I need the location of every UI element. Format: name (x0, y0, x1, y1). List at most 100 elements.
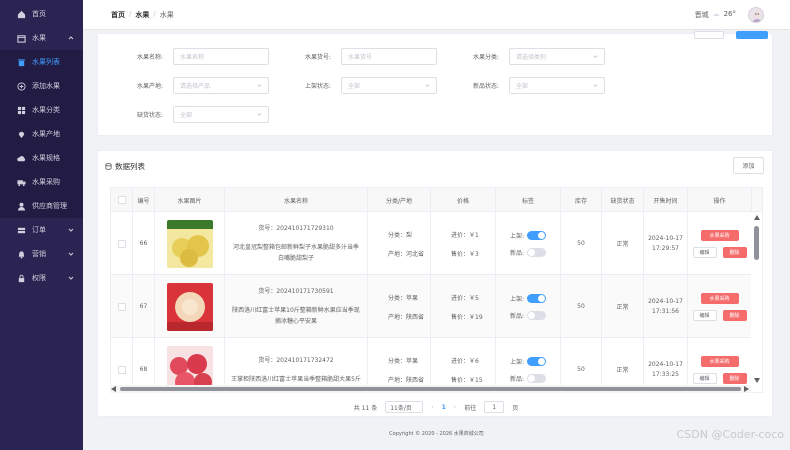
goto-label: 前往 (464, 404, 477, 412)
next-page-button[interactable]: › (454, 404, 456, 411)
row-category-cell: 分类：苹果 产地：陕西省 (368, 275, 431, 338)
search-button[interactable] (736, 31, 768, 39)
purchase-button[interactable]: 水果采购 (700, 292, 739, 304)
row-select-cell (111, 212, 133, 275)
purchase-button[interactable]: 水果采购 (700, 229, 739, 241)
new-label: 新品: (510, 312, 525, 320)
scroll-left-icon[interactable] (111, 386, 116, 392)
on-shelf-switch[interactable] (527, 230, 547, 240)
edit-button[interactable]: 编辑 (692, 372, 717, 384)
sidebar-item-label: 营销 (32, 250, 46, 258)
filter-fruit-origin: 水果产地: 请选择产品 (123, 77, 269, 94)
add-fruit-button[interactable]: 添加 (733, 157, 764, 174)
on-shelf-switch[interactable] (527, 356, 547, 366)
filter-label: 新品状态: (472, 83, 499, 90)
select-placeholder: 请选择产品 (180, 83, 211, 90)
fruit-image (166, 282, 213, 331)
sidebar-item-label: 订单 (32, 226, 46, 234)
delete-button[interactable]: 删除 (722, 246, 747, 258)
prev-page-button[interactable]: ‹ (431, 404, 433, 411)
sidebar-item-home[interactable]: 首页 (0, 2, 83, 26)
stock-status-select[interactable]: 全部 (173, 106, 269, 123)
filter-label: 水果名称: (136, 54, 163, 61)
fruit-name-input[interactable]: 水果名称 (173, 48, 269, 65)
breadcrumb-separator: / (129, 10, 132, 18)
sidebar-item-fruit-purchase[interactable]: 水果采购 (0, 170, 83, 194)
row-checkbox[interactable] (117, 365, 126, 374)
row-checkbox[interactable] (117, 302, 126, 311)
fruit-origin: 产地：河北省 (388, 250, 425, 258)
goto-page-input[interactable]: 1 (484, 401, 505, 413)
vertical-scrollbar[interactable] (751, 212, 762, 392)
sidebar-item-fruit-category[interactable]: 水果分类 (0, 98, 83, 122)
select-placeholder: 全部 (348, 83, 361, 90)
sale-clock: 17:33:25 (652, 370, 679, 378)
filter-label: 水果分类: (472, 54, 499, 61)
sidebar-item-fruit-list[interactable]: 水果列表 (0, 50, 83, 74)
purchase-price: 进价：￥5 (451, 294, 479, 302)
lock-icon (16, 273, 26, 283)
plus-circle-icon (16, 81, 26, 91)
fruit-origin-select[interactable]: 请选择产品 (173, 77, 269, 94)
header-actions: 操作 (688, 188, 752, 212)
scroll-right-icon[interactable] (744, 386, 749, 392)
select-placeholder: 请选择类别 (516, 54, 547, 61)
new-switch[interactable] (527, 310, 547, 320)
chevron-down-icon (68, 252, 74, 256)
header-id: 编号 (133, 188, 155, 212)
fruit-code-input[interactable]: 水果货号 (341, 48, 437, 65)
select-placeholder: 全部 (516, 83, 529, 90)
page-size-select[interactable]: 11条/页 (385, 401, 424, 413)
new-status-select[interactable]: 全部 (509, 77, 605, 94)
weather-icon: ☁ (712, 10, 720, 18)
sidebar-item-fruit-spec[interactable]: 水果规格 (0, 146, 83, 170)
horizontal-scrollbar[interactable] (110, 385, 751, 393)
header-select[interactable] (111, 188, 133, 212)
weather-widget: 晋城 ☁ 26° (695, 10, 736, 20)
purchase-button[interactable]: 水果采购 (700, 355, 739, 367)
breadcrumb-fruit[interactable]: 水果 (135, 10, 149, 20)
delete-button[interactable]: 删除 (722, 309, 747, 321)
sidebar-item-fruit[interactable]: 水果 (0, 26, 83, 50)
sidebar-item-label: 水果采购 (32, 178, 60, 186)
scroll-down-icon[interactable] (754, 378, 760, 383)
chevron-down-icon (593, 84, 598, 87)
delete-button[interactable]: 删除 (722, 372, 747, 384)
sidebar-item-label: 水果分类 (32, 106, 60, 114)
sidebar-item-fruit-origin[interactable]: 水果产地 (0, 122, 83, 146)
current-page[interactable]: 1 (442, 404, 446, 411)
breadcrumb-home[interactable]: 首页 (111, 10, 125, 20)
sidebar-item-marketing[interactable]: 营销 (0, 242, 83, 266)
sidebar-item-add-fruit[interactable]: 添加水果 (0, 74, 83, 98)
new-label: 新品: (510, 375, 525, 383)
data-list-title: 数据列表 (105, 161, 145, 172)
sidebar-item-order[interactable]: 订单 (0, 218, 83, 242)
row-checkbox[interactable] (117, 239, 126, 248)
reset-button[interactable] (694, 31, 724, 39)
sidebar-item-supplier[interactable]: 供应商管理 (0, 194, 83, 218)
sidebar-item-label: 首页 (32, 10, 46, 18)
bell-icon (16, 249, 26, 259)
sidebar-item-label: 供应商管理 (32, 202, 67, 210)
vertical-scroll-thumb[interactable] (754, 226, 759, 260)
sale-price: 售价：￥3 (451, 250, 479, 258)
grid-icon (16, 105, 26, 115)
row-stock: 50 (561, 275, 602, 338)
new-switch[interactable] (527, 247, 547, 257)
fruit-category-select[interactable]: 请选择类别 (509, 48, 605, 65)
shelf-status-select[interactable]: 全部 (341, 77, 437, 94)
row-category-cell: 分类：梨 产地：河北省 (368, 212, 431, 275)
horizontal-scroll-thumb[interactable] (120, 387, 741, 391)
new-label: 新品: (510, 249, 525, 257)
scroll-up-icon[interactable] (754, 215, 760, 220)
avatar[interactable] (748, 7, 764, 23)
fruit-code: 货号：202410171730591 (258, 288, 334, 295)
edit-button[interactable]: 编辑 (692, 309, 717, 321)
filter-panel: 水果名称: 水果名称 水果货号: 水果货号 水果分类: 请选择类别 水果产地: … (97, 31, 773, 136)
select-all-checkbox[interactable] (117, 196, 126, 204)
new-switch[interactable] (527, 373, 547, 383)
filter-label: 缺货状态: (136, 112, 163, 119)
edit-button[interactable]: 编辑 (692, 246, 717, 258)
sidebar-item-permission[interactable]: 权限 (0, 266, 83, 290)
on-shelf-switch[interactable] (527, 293, 547, 303)
